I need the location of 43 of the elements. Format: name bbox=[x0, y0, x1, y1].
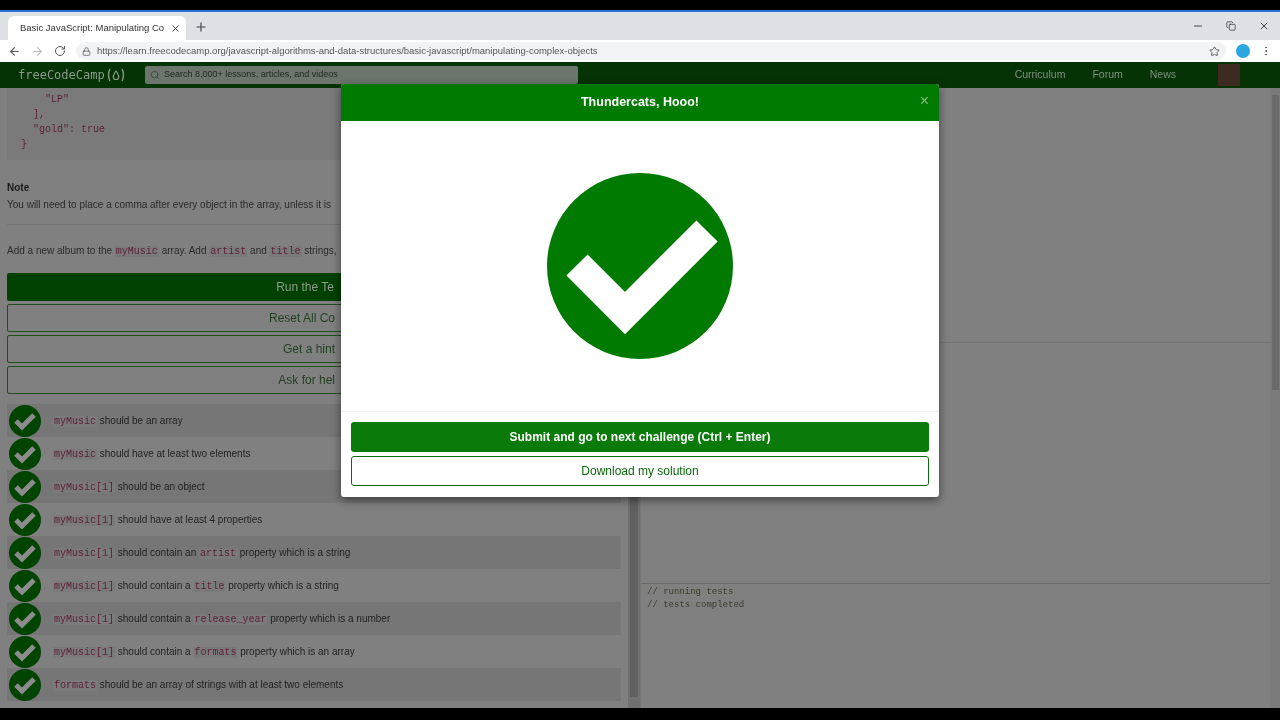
search-icon bbox=[150, 70, 160, 80]
lock-icon bbox=[82, 46, 91, 56]
bookmark-star-icon[interactable] bbox=[1209, 45, 1220, 57]
tab-title: Basic JavaScript: Manipulating Co bbox=[20, 20, 165, 35]
flame-logo-icon bbox=[106, 68, 125, 82]
note-heading: Note bbox=[7, 181, 31, 195]
code-line: } bbox=[21, 138, 28, 152]
nav-link[interactable]: News bbox=[1149, 67, 1176, 83]
nav-link[interactable]: Forum bbox=[1092, 67, 1123, 83]
check-circle-icon bbox=[547, 173, 733, 359]
close-icon[interactable] bbox=[170, 22, 182, 34]
test-description: myMusic should be an array bbox=[53, 413, 183, 429]
dialog-title: Thundercats, Hooo! bbox=[580, 94, 700, 112]
restore-icon[interactable] bbox=[1226, 21, 1236, 31]
submit-button[interactable]: Submit and go to next challenge (Ctrl + Enter) bbox=[351, 422, 929, 452]
close-button[interactable]: × bbox=[919, 93, 929, 109]
test-description: myMusic[1] should contain a formats property which is an array bbox=[53, 644, 355, 660]
test-description: myMusic[1] should be an object bbox=[53, 479, 205, 495]
download-button[interactable]: Download my solution bbox=[351, 456, 929, 486]
test-description: myMusic[1] should have at least 4 properties bbox=[53, 512, 263, 528]
test-description: myMusic[1] should contain a title property which is a string bbox=[53, 578, 339, 594]
new-tab-icon[interactable] bbox=[194, 20, 208, 34]
search-input[interactable]: Search 8,000+ lessons, articles, and videos bbox=[164, 68, 573, 82]
console-line: // tests completed bbox=[647, 599, 746, 612]
reload-icon[interactable] bbox=[54, 45, 66, 57]
browser-tab[interactable]: Basic JavaScript: Manipulating Co bbox=[8, 16, 186, 40]
site-logo[interactable]: freeCodeCamp bbox=[18, 66, 105, 84]
address-bar[interactable]: https://learn.freecodecamp.org/javascript-algorithms-and-data-structures/basic-javascript/manipulating-complex-objects bbox=[76, 42, 1226, 60]
back-icon[interactable] bbox=[8, 44, 21, 58]
test-description: myMusic[1] should contain an artist property which is a string bbox=[53, 545, 351, 561]
nav-link[interactable]: Curriculum bbox=[1014, 67, 1066, 83]
code-line: "gold": true bbox=[32, 123, 106, 137]
test-description: formats should be an array of strings with at least two elements bbox=[53, 677, 344, 693]
console-line: // running tests bbox=[647, 586, 735, 599]
note-text: You will need to place a comma after every object in the array, unless it is bbox=[7, 198, 333, 212]
extension-icon[interactable] bbox=[1236, 44, 1250, 58]
code-line: ], bbox=[32, 108, 46, 122]
test-description: myMusic[1] should contain a release_year property which is a number bbox=[53, 611, 391, 627]
search-field[interactable]: Search 8,000+ lessons, articles, and videos bbox=[145, 66, 578, 84]
code-line: "LP" bbox=[44, 93, 70, 107]
url-text: https://learn.freecodecamp.org/javascript-algorithms-and-data-structures/basic-javascript/manipulating-complex-objects bbox=[97, 43, 599, 58]
test-description: myMusic should have at least two elements bbox=[53, 446, 251, 462]
close-icon[interactable] bbox=[1258, 20, 1270, 32]
